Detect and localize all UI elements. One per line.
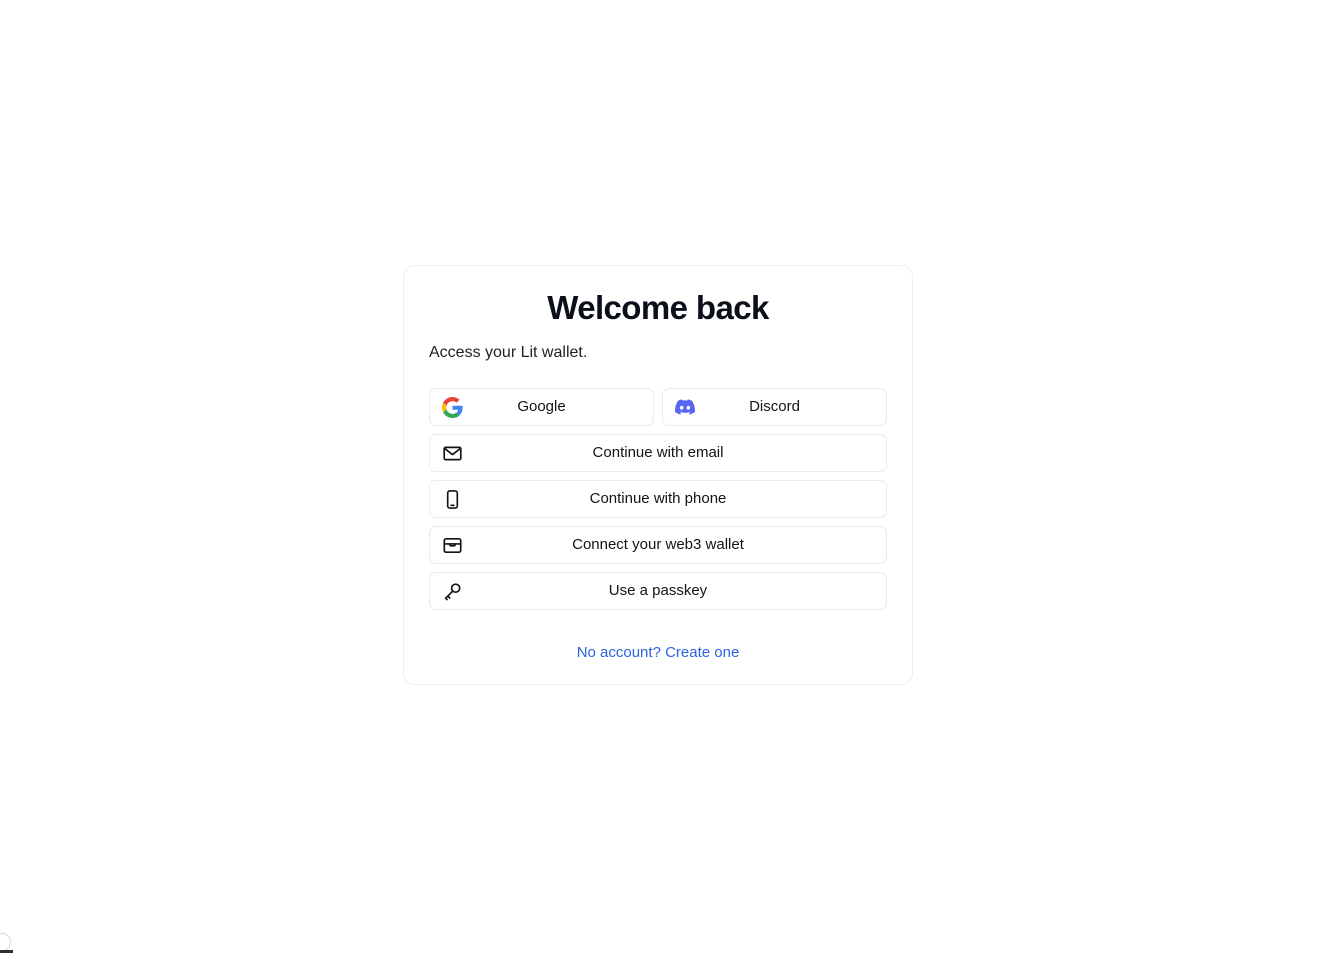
page-title: Welcome back (547, 289, 769, 326)
provider-list: Google Discord Continue with email Conti… (429, 388, 887, 610)
wallet-icon (441, 534, 463, 556)
connect-web3-wallet-label: Connect your web3 wallet (572, 536, 744, 553)
auth-card: Welcome back Access your Lit wallet. Goo… (403, 265, 913, 685)
use-a-passkey-button[interactable]: Use a passkey (429, 572, 887, 610)
envelope-icon (441, 442, 463, 464)
connect-web3-wallet-button[interactable]: Connect your web3 wallet (429, 526, 887, 564)
card-footer: No account? Create one (429, 644, 887, 662)
continue-with-phone-button[interactable]: Continue with phone (429, 480, 887, 518)
login-with-google-label: Google (517, 398, 566, 415)
smartphone-icon (441, 488, 463, 510)
social-provider-row: Google Discord (429, 388, 887, 426)
login-with-discord-label: Discord (749, 398, 800, 415)
google-icon (441, 396, 463, 418)
continue-with-phone-label: Continue with phone (589, 490, 727, 507)
page-root: Welcome back Access your Lit wallet. Goo… (0, 0, 1324, 953)
login-with-google-button[interactable]: Google (429, 388, 654, 426)
discord-icon (674, 396, 696, 418)
page-subtitle: Access your Lit wallet. (429, 344, 588, 361)
use-a-passkey-label: Use a passkey (608, 582, 708, 599)
corner-artifact-arc (0, 933, 11, 951)
key-icon (441, 580, 463, 602)
create-account-link[interactable]: No account? Create one (577, 644, 740, 661)
continue-with-email-label: Continue with email (592, 444, 724, 461)
login-with-discord-button[interactable]: Discord (662, 388, 887, 426)
continue-with-email-button[interactable]: Continue with email (429, 434, 887, 472)
